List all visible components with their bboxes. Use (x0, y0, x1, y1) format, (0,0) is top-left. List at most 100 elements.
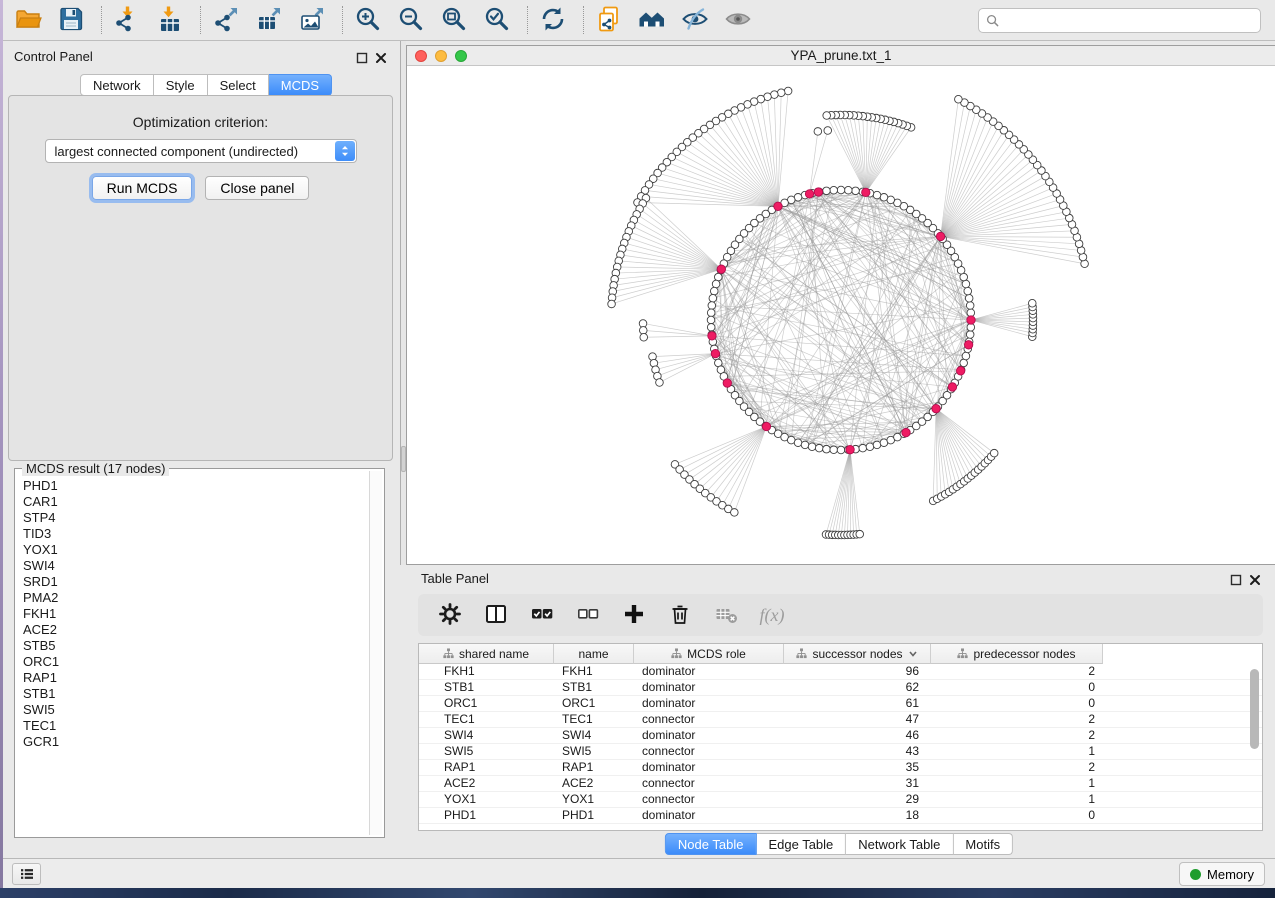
table-cell: STB1 (419, 680, 554, 695)
show-panels-button[interactable] (12, 863, 41, 885)
status-bar: Memory (3, 858, 1275, 888)
save-button[interactable] (56, 5, 86, 35)
table-row[interactable]: SWI4SWI4dominator462 (419, 728, 1262, 744)
table-row[interactable]: TEC1TEC1connector472 (419, 712, 1262, 728)
column-header-predecessor-nodes[interactable]: predecessor nodes (931, 644, 1103, 664)
table-cell: 31 (784, 776, 931, 791)
table-row[interactable]: SWI5SWI5connector431 (419, 744, 1262, 760)
table-row[interactable]: RAP1RAP1dominator352 (419, 760, 1262, 776)
refresh-button[interactable] (538, 5, 568, 35)
run-mcds-button[interactable]: Run MCDS (92, 176, 193, 200)
search-box (978, 8, 1261, 33)
export-network-icon (212, 5, 240, 36)
tab-network[interactable]: Network (80, 74, 154, 96)
tab-style[interactable]: Style (154, 74, 208, 96)
mcds-result-item[interactable]: YOX1 (23, 542, 368, 558)
columns-button[interactable] (480, 600, 512, 630)
column-header-MCDS-role[interactable]: MCDS role (634, 644, 784, 664)
network-canvas[interactable] (407, 66, 1275, 566)
delete-table-icon (714, 602, 738, 629)
mcds-result-item[interactable]: FKH1 (23, 606, 368, 622)
mcds-result-item[interactable]: SRD1 (23, 574, 368, 590)
mcds-result-item[interactable]: TID3 (23, 526, 368, 542)
column-header-successor-nodes[interactable]: successor nodes (784, 644, 931, 664)
result-scrollbar-track[interactable] (369, 471, 382, 835)
export-table-button[interactable] (254, 5, 284, 35)
control-panel-close-button[interactable] (374, 51, 388, 65)
zoom-selected-icon (483, 5, 511, 36)
search-input[interactable] (1000, 10, 1260, 30)
mcds-result-item[interactable]: ACE2 (23, 622, 368, 638)
mcds-result-item[interactable]: GCR1 (23, 734, 368, 750)
add-column-button[interactable] (618, 600, 650, 630)
mcds-result-item[interactable]: STP4 (23, 510, 368, 526)
memory-button[interactable]: Memory (1179, 862, 1265, 886)
mcds-result-item[interactable]: SWI5 (23, 702, 368, 718)
network-window-titlebar: YPA_prune.txt_1 (407, 46, 1275, 66)
hide-selected-button[interactable] (680, 5, 710, 35)
clone-network-button[interactable] (594, 5, 624, 35)
first-neighbors-button[interactable] (637, 5, 667, 35)
deselect-all-checkboxes-button[interactable] (572, 600, 604, 630)
column-label: MCDS role (687, 647, 746, 661)
criterion-dropdown[interactable]: largest connected component (undirected) (45, 139, 357, 163)
export-image-button[interactable] (297, 5, 327, 35)
table-cell: PHD1 (419, 808, 554, 823)
mcds-result-item[interactable]: SWI4 (23, 558, 368, 574)
open-folder-button[interactable] (13, 5, 43, 35)
mcds-result-item[interactable]: PHD1 (23, 478, 368, 494)
select-all-checkboxes-button[interactable] (526, 600, 558, 630)
table-panel: Table Panel f(x) shared namenameMCDS rol… (403, 565, 1275, 858)
mcds-result-item[interactable]: CAR1 (23, 494, 368, 510)
table-panel-close-button[interactable] (1248, 573, 1262, 587)
table-panel-float-button[interactable] (1229, 573, 1243, 587)
select-all-checkboxes-icon (530, 602, 554, 629)
zoom-in-button[interactable] (353, 5, 383, 35)
export-network-button[interactable] (211, 5, 241, 35)
show-all-button[interactable] (723, 5, 753, 35)
tab-mcds[interactable]: MCDS (269, 74, 332, 96)
table-row[interactable]: FKH1FKH1dominator962 (419, 664, 1262, 680)
table-cell: FKH1 (419, 664, 554, 679)
table-row[interactable]: ORC1ORC1dominator610 (419, 696, 1262, 712)
tab-node-table[interactable]: Node Table (665, 833, 757, 855)
mcds-result-item[interactable]: TEC1 (23, 718, 368, 734)
table-row[interactable]: STB1STB1dominator620 (419, 680, 1262, 696)
table-cell: 0 (931, 680, 1103, 695)
table-row[interactable]: ACE2ACE2connector311 (419, 776, 1262, 792)
table-cell: TEC1 (554, 712, 634, 727)
import-network-button[interactable] (112, 5, 142, 35)
mcds-result-item[interactable]: STB5 (23, 638, 368, 654)
desktop-background-bottom (0, 888, 1275, 898)
zoom-out-button[interactable] (396, 5, 426, 35)
control-panel-float-button[interactable] (355, 51, 369, 65)
criterion-dropdown-value: largest connected component (undirected) (46, 144, 299, 159)
mcds-result-item[interactable]: STB1 (23, 686, 368, 702)
zoom-fit-button[interactable] (439, 5, 469, 35)
mcds-result-item[interactable]: PMA2 (23, 590, 368, 606)
export-table-icon (255, 5, 283, 36)
column-header-name[interactable]: name (554, 644, 634, 664)
table-scrollbar-thumb[interactable] (1250, 669, 1259, 749)
table-cell: connector (634, 712, 784, 727)
table-cell: 18 (784, 808, 931, 823)
zoom-fit-icon (440, 5, 468, 36)
table-row[interactable]: PHD1PHD1dominator180 (419, 808, 1262, 824)
mcds-result-item[interactable]: ORC1 (23, 654, 368, 670)
zoom-selected-button[interactable] (482, 5, 512, 35)
tab-select[interactable]: Select (208, 74, 269, 96)
import-table-button[interactable] (155, 5, 185, 35)
delete-column-button[interactable] (664, 600, 696, 630)
tab-motifs[interactable]: Motifs (953, 833, 1013, 855)
mcds-result-item[interactable]: RAP1 (23, 670, 368, 686)
tab-network-table[interactable]: Network Table (846, 833, 953, 855)
delete-table-button (710, 600, 742, 630)
table-cell: 2 (931, 712, 1103, 727)
network-window-title: YPA_prune.txt_1 (407, 48, 1275, 63)
table-row[interactable]: YOX1YOX1connector291 (419, 792, 1262, 808)
gear-button[interactable] (434, 600, 466, 630)
column-header-shared-name[interactable]: shared name (419, 644, 554, 664)
close-panel-button[interactable]: Close panel (205, 176, 309, 200)
memory-status-dot (1190, 869, 1201, 880)
tab-edge-table[interactable]: Edge Table (756, 833, 846, 855)
